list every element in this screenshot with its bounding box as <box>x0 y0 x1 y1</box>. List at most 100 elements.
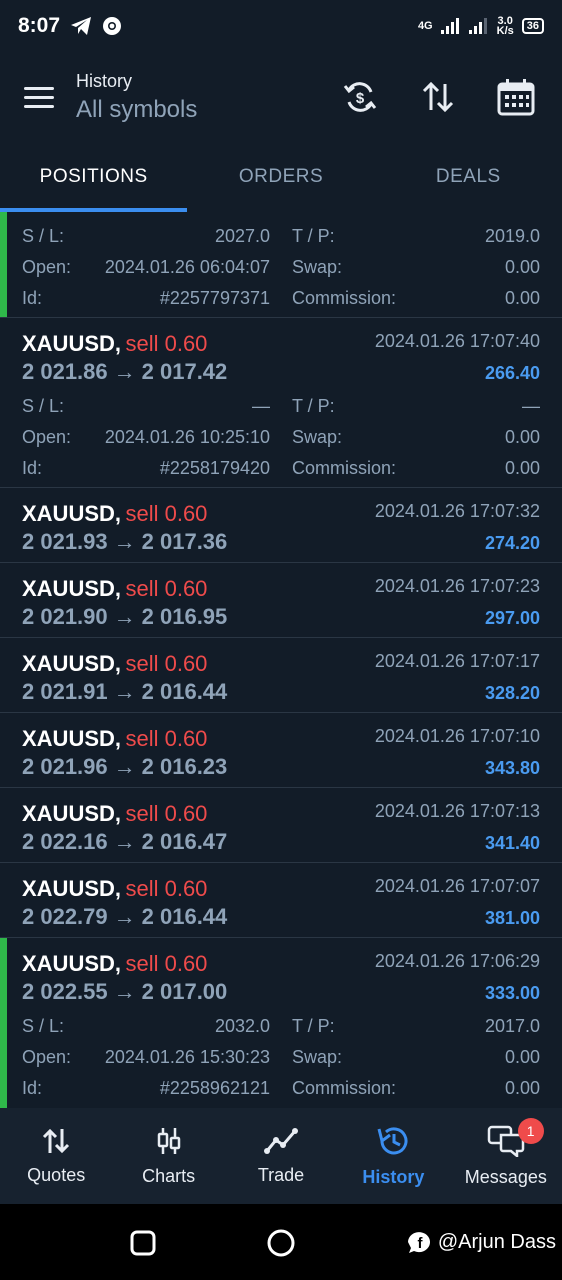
calendar-icon[interactable] <box>494 75 538 119</box>
swap-line: Swap: 0.00 <box>292 422 540 453</box>
open-label: Open: <box>22 257 72 277</box>
position-symbol: XAUUSD, <box>22 576 122 601</box>
position-main-line: XAUUSD, sell 0.60 2024.01.26 17:07:32 <box>22 501 540 527</box>
sort-icon[interactable] <box>416 75 460 119</box>
id-line: Id: #2258962121 <box>22 1073 270 1104</box>
tab-positions[interactable]: POSITIONS <box>0 142 188 212</box>
symbol-filter-title: All symbols <box>76 95 198 123</box>
position-profit: 333.00 <box>484 983 540 1003</box>
position-row[interactable]: XAUUSD, sell 0.60 2024.01.26 17:07:17 2 … <box>0 638 562 713</box>
sl-value: — <box>252 396 270 416</box>
position-time: 2024.01.26 17:07:32 <box>374 501 540 521</box>
commission-line: Commission: 0.00 <box>292 283 540 314</box>
net-speed: 3.0 K/s <box>497 16 514 37</box>
id-value: #2257797371 <box>159 288 270 308</box>
open-line: Open: 2024.01.26 10:25:10 <box>22 422 270 453</box>
position-price-line: 2 022.55 → 2 017.00 333.00 <box>22 979 540 1005</box>
position-time: 2024.01.26 17:07:07 <box>374 876 540 896</box>
position-time: 2024.01.26 17:07:40 <box>374 331 540 351</box>
open-price: 2 021.96 <box>22 754 108 779</box>
menu-icon[interactable] <box>24 78 62 116</box>
app-header: History All symbols $ <box>0 52 562 142</box>
id-label: Id: <box>22 1078 43 1098</box>
position-row[interactable]: XAUUSD, sell 0.60 2024.01.26 17:07:10 2 … <box>0 713 562 788</box>
nav-trade[interactable]: Trade <box>225 1108 337 1204</box>
position-symbol: XAUUSD, <box>22 331 122 356</box>
refresh-currency-icon[interactable]: $ <box>338 75 382 119</box>
nav-messages[interactable]: Messages 1 <box>450 1108 562 1204</box>
position-row[interactable]: XAUUSD, sell 0.60 2024.01.26 17:07:40 2 … <box>0 318 562 488</box>
close-price: 2 016.47 <box>141 829 228 854</box>
swap-label: Swap: <box>292 257 343 277</box>
open-line: Open: 2024.01.26 15:30:23 <box>22 1042 270 1073</box>
close-price: 2 016.44 <box>141 679 228 704</box>
positions-list[interactable]: S / L: 2027.0 T / P: 2019.0 Open: 2024.01.2… <box>0 212 562 1108</box>
commission-value: 0.00 <box>504 288 540 308</box>
id-label: Id: <box>22 458 43 478</box>
open-label: Open: <box>22 427 72 447</box>
open-price: 2 021.86 <box>22 359 108 384</box>
nav-trade-label: Trade <box>257 1164 305 1185</box>
tp-label: T / P: <box>292 1016 335 1036</box>
open-value: 2024.01.26 15:30:23 <box>104 1047 270 1067</box>
position-profit: 328.20 <box>484 683 540 703</box>
position-side: sell 0.60 <box>125 331 208 356</box>
position-symbol: XAUUSD, <box>22 876 122 901</box>
position-row[interactable]: XAUUSD, sell 0.60 2024.01.26 17:07:23 2 … <box>0 563 562 638</box>
position-price-line: 2 022.16 → 2 016.47 341.40 <box>22 829 540 855</box>
arrow-icon: → <box>113 359 136 384</box>
position-row[interactable]: XAUUSD, sell 0.60 2024.01.26 17:07:32 2 … <box>0 488 562 563</box>
position-side: sell 0.60 <box>125 951 208 976</box>
swap-value: 0.00 <box>504 1047 540 1067</box>
position-row-partial[interactable]: S / L: 2027.0 T / P: 2019.0 Open: 2024.01.2… <box>0 212 562 318</box>
tab-deals[interactable]: DEALS <box>375 142 562 212</box>
system-nav-bar: f @Arjun Dass <box>0 1204 562 1280</box>
position-main-line: XAUUSD, sell 0.60 2024.01.26 17:07:07 <box>22 876 540 902</box>
position-profit: 297.00 <box>484 608 540 628</box>
position-row[interactable]: XAUUSD, sell 0.60 2024.01.26 17:07:13 2 … <box>0 788 562 863</box>
signal-icon <box>440 18 459 34</box>
position-price-line: 2 021.86 → 2 017.42 266.40 <box>22 359 540 385</box>
nav-quotes[interactable]: Quotes <box>0 1108 112 1204</box>
nav-charts[interactable]: Charts <box>112 1108 224 1204</box>
tab-orders[interactable]: ORDERS <box>187 142 374 212</box>
header-actions: $ <box>338 75 538 119</box>
nav-charts-label: Charts <box>142 1165 196 1186</box>
recents-button-icon[interactable] <box>130 1230 156 1256</box>
arrow-icon: → <box>113 829 136 854</box>
commission-label: Commission: <box>292 1078 397 1098</box>
position-details: S / L: 2032.0 T / P: 2017.0 Open: 2024.01.2… <box>22 1011 540 1104</box>
open-label: Open: <box>22 1047 72 1067</box>
unread-badge: 1 <box>517 1118 544 1144</box>
position-side: sell 0.60 <box>125 876 208 901</box>
position-side: sell 0.60 <box>125 726 208 751</box>
sl-label: S / L: <box>22 226 65 246</box>
swap-label: Swap: <box>292 1047 343 1067</box>
position-side: sell 0.60 <box>125 801 208 826</box>
position-row-selected[interactable]: XAUUSD, sell 0.60 2024.01.26 17:06:29 2 … <box>0 938 562 1108</box>
header-titles[interactable]: History All symbols <box>76 71 338 124</box>
header-subtitle: History <box>76 70 133 91</box>
sl-label: S / L: <box>22 1016 65 1036</box>
position-price-line: 2 022.79 → 2 016.44 381.00 <box>22 904 540 930</box>
tp-line: T / P: — <box>292 391 540 422</box>
svg-text:$: $ <box>356 90 365 107</box>
open-price: 2 021.93 <box>22 529 108 554</box>
id-line: Id: #2257797371 <box>22 283 270 314</box>
sl-line: S / L: 2027.0 <box>22 221 270 252</box>
tp-line: T / P: 2017.0 <box>292 1011 540 1042</box>
tp-label: T / P: <box>292 396 335 416</box>
position-details: S / L: 2027.0 T / P: 2019.0 Open: 2024.01.2… <box>22 221 540 314</box>
commission-label: Commission: <box>292 458 397 478</box>
nav-messages-label: Messages <box>464 1166 547 1187</box>
history-clock-icon <box>377 1126 408 1154</box>
position-price-line: 2 021.93 → 2 017.36 274.20 <box>22 529 540 555</box>
position-side: sell 0.60 <box>125 576 208 601</box>
open-value: 2024.01.26 06:04:07 <box>104 257 270 277</box>
home-button-icon[interactable] <box>266 1228 296 1258</box>
position-row[interactable]: XAUUSD, sell 0.60 2024.01.26 17:07:07 2 … <box>0 863 562 938</box>
open-value: 2024.01.26 10:25:10 <box>104 427 270 447</box>
nav-history[interactable]: History <box>337 1108 449 1204</box>
position-symbol: XAUUSD, <box>22 651 122 676</box>
commission-line: Commission: 0.00 <box>292 453 540 484</box>
